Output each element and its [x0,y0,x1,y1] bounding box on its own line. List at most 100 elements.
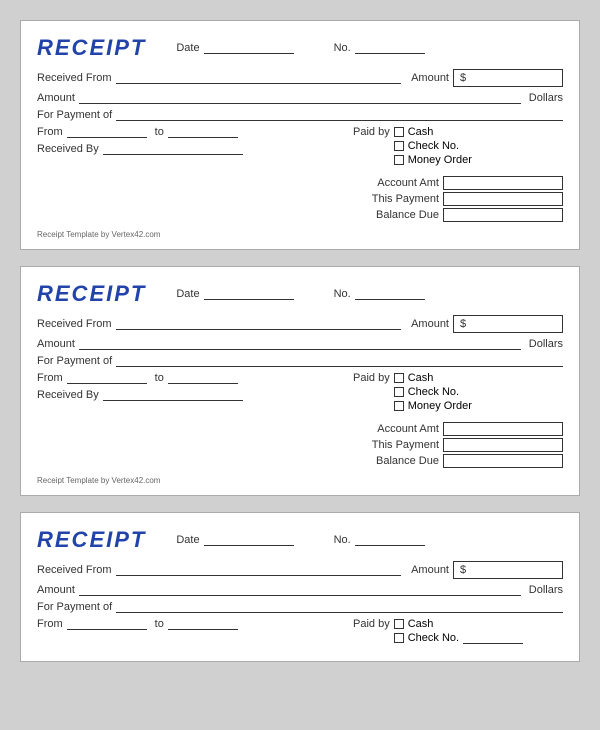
receipt-3-cash-item[interactable]: Cash [394,618,523,630]
receipt-3-dollar-box[interactable]: $ [453,561,563,579]
receipt-3-paid-by-label: Paid by [353,618,390,630]
receipt-3-payment-line[interactable] [116,601,563,613]
receipt-1-check-label: Check No. [408,140,459,152]
receipt-1-check-checkbox[interactable] [394,141,404,151]
receipt-2-received-by-label: Received By [37,389,99,401]
receipt-3-amount-line[interactable] [79,584,521,596]
receipt-3-check-line[interactable] [463,632,523,644]
receipt-2-this-payment-value[interactable] [443,438,563,452]
receipt-1-date-no: Date No. [176,42,563,54]
receipt-1-money-item[interactable]: Money Order [394,154,472,166]
receipt-1-received-by-row: Received By [37,143,353,155]
receipt-2-payment-row: For Payment of [37,355,563,367]
receipt-2: RECEIPT Date No. Received From Amount $ … [20,266,580,496]
receipt-1-amount-line-label: Amount [37,92,75,104]
receipt-1-amount-line[interactable] [79,92,521,104]
receipt-3-date-line [204,534,294,546]
receipt-3-title: RECEIPT [37,527,146,553]
receipt-2-cash-checkbox[interactable] [394,373,404,383]
receipt-2-balance-due-value[interactable] [443,454,563,468]
receipt-2-account-table: Account Amt This Payment Balance Due [353,422,563,470]
receipt-2-payment-label: For Payment of [37,355,112,367]
receipt-1-account-table: Account Amt This Payment Balance Due [353,176,563,224]
receipt-3-check-checkbox[interactable] [394,633,404,643]
receipt-2-amount-label: Amount [411,318,449,330]
receipt-1-dollar-box[interactable]: $ [453,69,563,87]
receipt-1-no-label: No. [334,42,351,54]
receipt-2-dollar-box[interactable]: $ [453,315,563,333]
receipt-2-amount-line[interactable] [79,338,521,350]
receipt-1-received-by-line[interactable] [103,143,243,155]
receipt-2-amount-row: Amount Dollars [37,338,563,350]
receipt-2-account-amt-value[interactable] [443,422,563,436]
receipt-1-amount-box: Amount $ [411,69,563,87]
receipt-2-dollars-label: Dollars [529,338,563,350]
receipt-2-from-label: From [37,372,63,384]
receipt-1-header: RECEIPT Date No. [37,35,563,61]
receipt-3-payment-label: For Payment of [37,601,112,613]
receipt-1-cash-checkbox[interactable] [394,127,404,137]
receipt-1-balance-due-value[interactable] [443,208,563,222]
receipt-2-received-from-line[interactable] [116,318,402,330]
receipt-3-to-line[interactable] [168,618,238,630]
receipt-2-to-line[interactable] [168,372,238,384]
receipt-3-from-line[interactable] [67,618,147,630]
receipt-2-cash-item[interactable]: Cash [394,372,472,384]
receipt-1-two-col: From to Received By Paid by Cash [37,126,563,224]
receipt-1-from-line[interactable] [67,126,147,138]
receipt-3-cash-checkbox[interactable] [394,619,404,629]
receipt-2-date-line [204,288,294,300]
receipt-1-received-from-label: Received From [37,72,112,84]
receipt-3-amount-box: Amount $ [411,561,563,579]
receipt-2-received-by-line[interactable] [103,389,243,401]
receipt-1-payment-label: For Payment of [37,109,112,121]
receipt-1-check-item[interactable]: Check No. [394,140,472,152]
receipt-2-from-line[interactable] [67,372,147,384]
receipt-2-money-checkbox[interactable] [394,401,404,411]
receipt-1-this-payment-label: This Payment [353,193,443,205]
receipt-2-date-no: Date No. [176,288,563,300]
receipt-3-amount-line-label: Amount [37,584,75,596]
receipt-1-this-payment-row: This Payment [353,192,563,206]
receipt-1-to-line[interactable] [168,126,238,138]
receipt-2-this-payment-row: This Payment [353,438,563,452]
receipt-2-check-checkbox[interactable] [394,387,404,397]
receipt-1-account-amt-value[interactable] [443,176,563,190]
receipt-1-balance-due-row: Balance Due [353,208,563,222]
receipt-2-header: RECEIPT Date No. [37,281,563,307]
receipt-2-check-item[interactable]: Check No. [394,386,472,398]
receipt-3-received-from-line[interactable] [116,564,402,576]
receipt-2-money-label: Money Order [408,400,472,412]
receipt-3-amount-label: Amount [411,564,449,576]
receipt-1-payment-line[interactable] [116,109,563,121]
receipt-2-check-label: Check No. [408,386,459,398]
receipt-2-money-item[interactable]: Money Order [394,400,472,412]
receipt-2-payment-line[interactable] [116,355,563,367]
receipt-3-left-col: From to [37,618,353,646]
receipt-3-from-to-row: From to [37,618,353,630]
receipt-3-no-line [355,534,425,546]
receipt-3-two-col: From to Paid by Cash Check No. [37,618,563,646]
receipt-1-paid-by-label: Paid by [353,126,390,138]
receipt-1-received-from-line[interactable] [116,72,402,84]
receipt-3-header: RECEIPT Date No. [37,527,563,553]
receipt-2-to-label: to [155,372,164,384]
receipt-2-right-col: Paid by Cash Check No. Money Order [353,372,563,470]
receipt-3-check-item[interactable]: Check No. [394,632,523,644]
receipt-1-payment-row: For Payment of [37,109,563,121]
receipt-1-this-payment-value[interactable] [443,192,563,206]
receipt-1-cash-item[interactable]: Cash [394,126,472,138]
receipt-1-account-amt-row: Account Amt [353,176,563,190]
receipt-2-received-from-label: Received From [37,318,112,330]
receipt-2-title: RECEIPT [37,281,146,307]
receipt-1-amount-label: Amount [411,72,449,84]
receipt-1-date-label: Date [176,42,199,54]
receipt-1-checkbox-group: Cash Check No. Money Order [394,126,472,168]
receipt-2-this-payment-label: This Payment [353,439,443,451]
receipt-1-money-checkbox[interactable] [394,155,404,165]
receipt-2-account-amt-row: Account Amt [353,422,563,436]
receipt-1-dollars-label: Dollars [529,92,563,104]
receipt-1-money-label: Money Order [408,154,472,166]
receipt-2-checkbox-group: Cash Check No. Money Order [394,372,472,414]
receipt-2-cash-label: Cash [408,372,434,384]
